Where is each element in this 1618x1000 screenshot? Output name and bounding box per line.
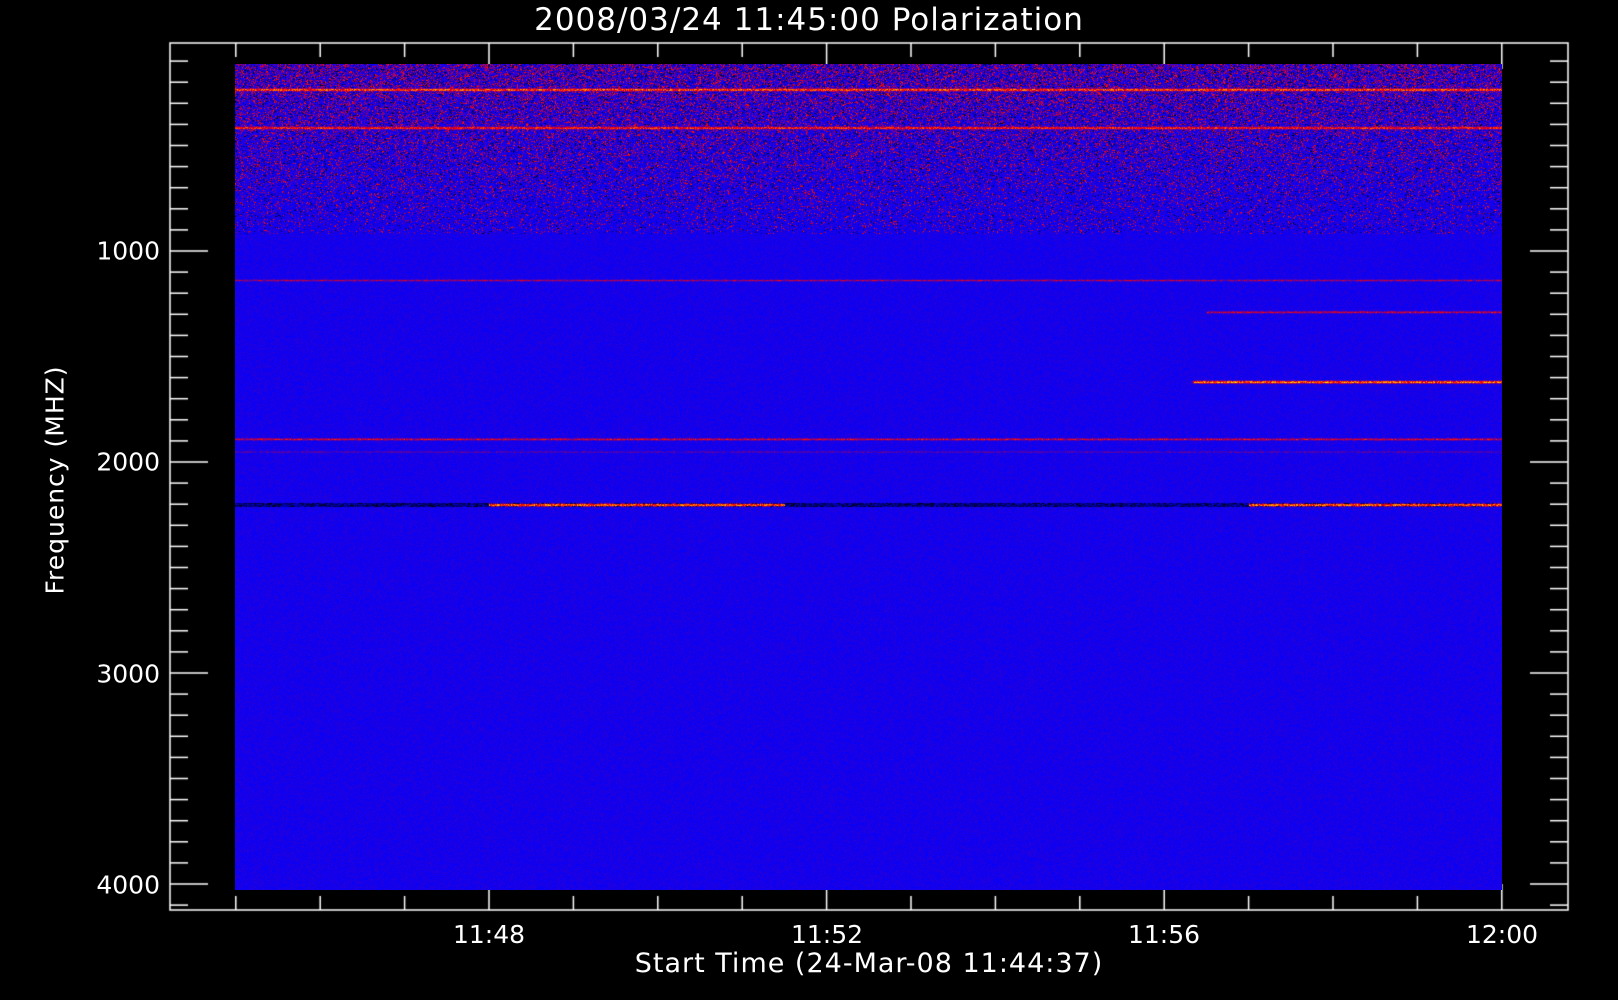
y-tick-label-3000: 3000 xyxy=(96,659,160,689)
x-tick-label-1200: 12:00 xyxy=(1465,920,1539,949)
x-tick-label-1156: 11:56 xyxy=(1127,920,1201,949)
y-axis-label: Frequency (MHZ) xyxy=(40,365,70,595)
chart-title: 2008/03/24 11:45:00 Polarization xyxy=(534,2,1084,38)
x-tick-label-1148: 11:48 xyxy=(452,920,526,949)
y-tick-label-2000: 2000 xyxy=(96,447,160,477)
spectrogram-image xyxy=(235,64,1502,890)
x-axis-label: Start Time (24-Mar-08 11:44:37) xyxy=(634,948,1104,979)
y-tick-label-1000: 1000 xyxy=(96,236,160,266)
y-tick-label-4000: 4000 xyxy=(96,870,160,900)
x-tick-label-1152: 11:52 xyxy=(790,920,864,949)
